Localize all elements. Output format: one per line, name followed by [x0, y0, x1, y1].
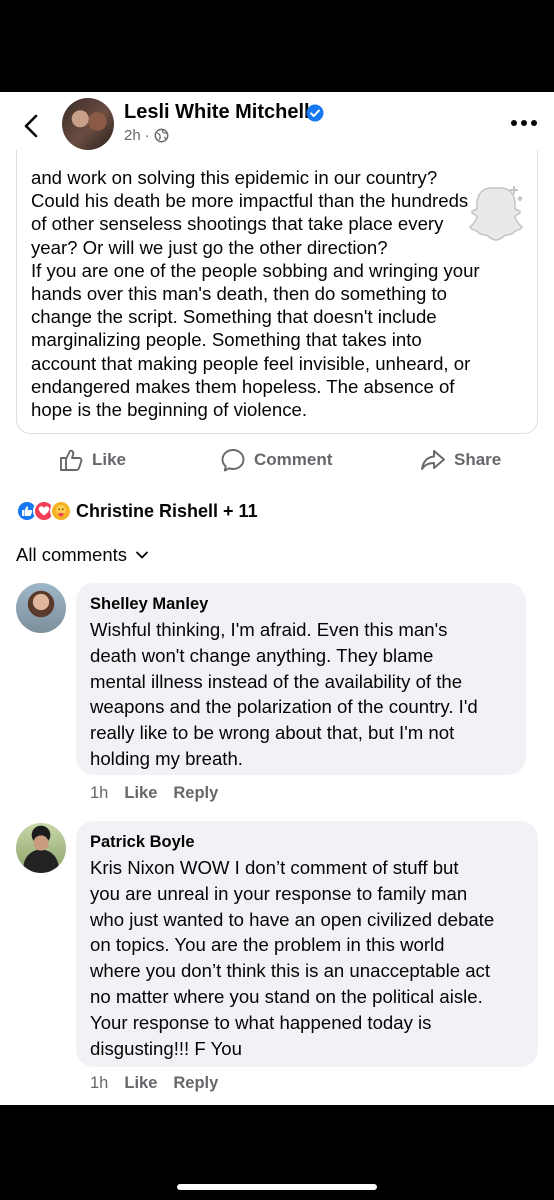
share-arrow-icon: [421, 450, 445, 470]
thumbs-up-icon: [60, 449, 83, 471]
post-line: hope is the beginning of violence.: [31, 399, 308, 421]
status-bar: [0, 0, 554, 92]
commenter-avatar[interactable]: [16, 583, 66, 633]
post-line: account that making people feel invisibl…: [31, 352, 471, 374]
comments-filter-dropdown[interactable]: All comments: [16, 544, 149, 566]
comment-like-link[interactable]: Like: [124, 1074, 157, 1093]
comment-line: Wishful thinking, I'm afraid. Even this …: [90, 619, 448, 640]
post-time[interactable]: 2h: [124, 127, 141, 144]
globe-icon: [154, 128, 169, 143]
comment-line: where you don’t think this is an unaccep…: [90, 960, 491, 982]
reaction-summary[interactable]: Christine Rishell + 11: [16, 498, 258, 524]
comment-line: mental illness instead of the availabili…: [90, 670, 463, 692]
back-chevron-icon[interactable]: [18, 112, 46, 140]
comment-like-link[interactable]: Like: [124, 784, 157, 803]
post-line: marginalizing people. Something that tak…: [31, 329, 422, 351]
author-avatar[interactable]: [62, 98, 114, 150]
post-meta: 2h ·: [124, 127, 169, 144]
comment-button[interactable]: Comment: [220, 440, 332, 480]
comment-line: you are unreal in your response to famil…: [90, 882, 468, 904]
comment-line: really like to be wrong about that, but …: [90, 722, 455, 744]
comment-text: Wishful thinking, I'm afraid. Even this …: [90, 617, 478, 772]
comment-line: Kris Nixon WOW I don’t comment of stuff …: [90, 857, 459, 878]
comment-text: Kris Nixon WOW I don’t comment of stuff …: [90, 855, 494, 1061]
post-line: change the script. Something that doesn'…: [31, 306, 437, 328]
comment-bubble-icon: [221, 449, 245, 472]
commenter-name[interactable]: Shelley Manley: [90, 595, 208, 614]
post-line: If you are one of the people sobbing and…: [31, 259, 480, 281]
comment-line: weapons and the polarization of the coun…: [90, 696, 478, 718]
meta-separator: ·: [144, 127, 150, 144]
post-line: hands over this man's death, then do som…: [31, 283, 447, 305]
more-dots-icon[interactable]: [510, 118, 538, 128]
comment-footer: 1h Like Reply: [90, 784, 218, 803]
post-actions: Like Comment Share: [0, 440, 554, 480]
comment-footer: 1h Like Reply: [90, 1074, 218, 1093]
post-text: and work on solving this epidemic in our…: [31, 166, 531, 421]
commenter-name[interactable]: Patrick Boyle: [90, 833, 195, 852]
share-button[interactable]: Share: [420, 440, 501, 480]
post-line: endangered makes them hopeless. The abse…: [31, 375, 455, 397]
comment-line: no matter where you stand on the politic…: [90, 985, 483, 1007]
author-name[interactable]: Lesli White Mitchell: [124, 101, 310, 124]
comment-bubble: Patrick Boyle Kris Nixon WOW I don’t com…: [76, 821, 538, 1067]
comment-line: who just wanted to have an open civilize…: [90, 908, 495, 930]
home-indicator[interactable]: [177, 1184, 377, 1190]
comment-reply-link[interactable]: Reply: [173, 1074, 218, 1093]
comment-line: death won't change anything. They blame: [90, 644, 434, 666]
verified-badge-icon: [306, 104, 324, 122]
care-reaction-icon: [50, 500, 72, 522]
comments-filter-label: All comments: [16, 544, 128, 565]
post-line: and work on solving this epidemic in our…: [31, 167, 438, 188]
comment-line: holding my breath.: [90, 747, 243, 769]
comment-time: 1h: [90, 1074, 109, 1092]
comment-line: on topics. You are the problem in this w…: [90, 934, 445, 956]
snapchat-ghost-icon: [469, 186, 523, 241]
chevron-down-icon: [136, 551, 148, 559]
comment-line: Your response to what happened today is: [90, 1011, 432, 1033]
reaction-names[interactable]: Christine Rishell + 11: [76, 501, 258, 522]
post-line: of other senseless shootings that take p…: [31, 213, 444, 235]
comment-label: Comment: [254, 450, 333, 469]
post-line: year? Or will we just go the other direc…: [31, 236, 388, 258]
post-line: Could his death be more impactful than t…: [31, 190, 469, 212]
like-button[interactable]: Like: [58, 440, 126, 480]
comment-line: disgusting!!! F You: [90, 1037, 242, 1059]
comment-reply-link[interactable]: Reply: [173, 784, 218, 803]
share-label: Share: [454, 450, 502, 469]
commenter-avatar[interactable]: [16, 823, 66, 873]
like-label: Like: [92, 450, 127, 469]
comment-time: 1h: [90, 784, 109, 802]
comment-bubble: Shelley Manley Wishful thinking, I'm afr…: [76, 583, 526, 775]
